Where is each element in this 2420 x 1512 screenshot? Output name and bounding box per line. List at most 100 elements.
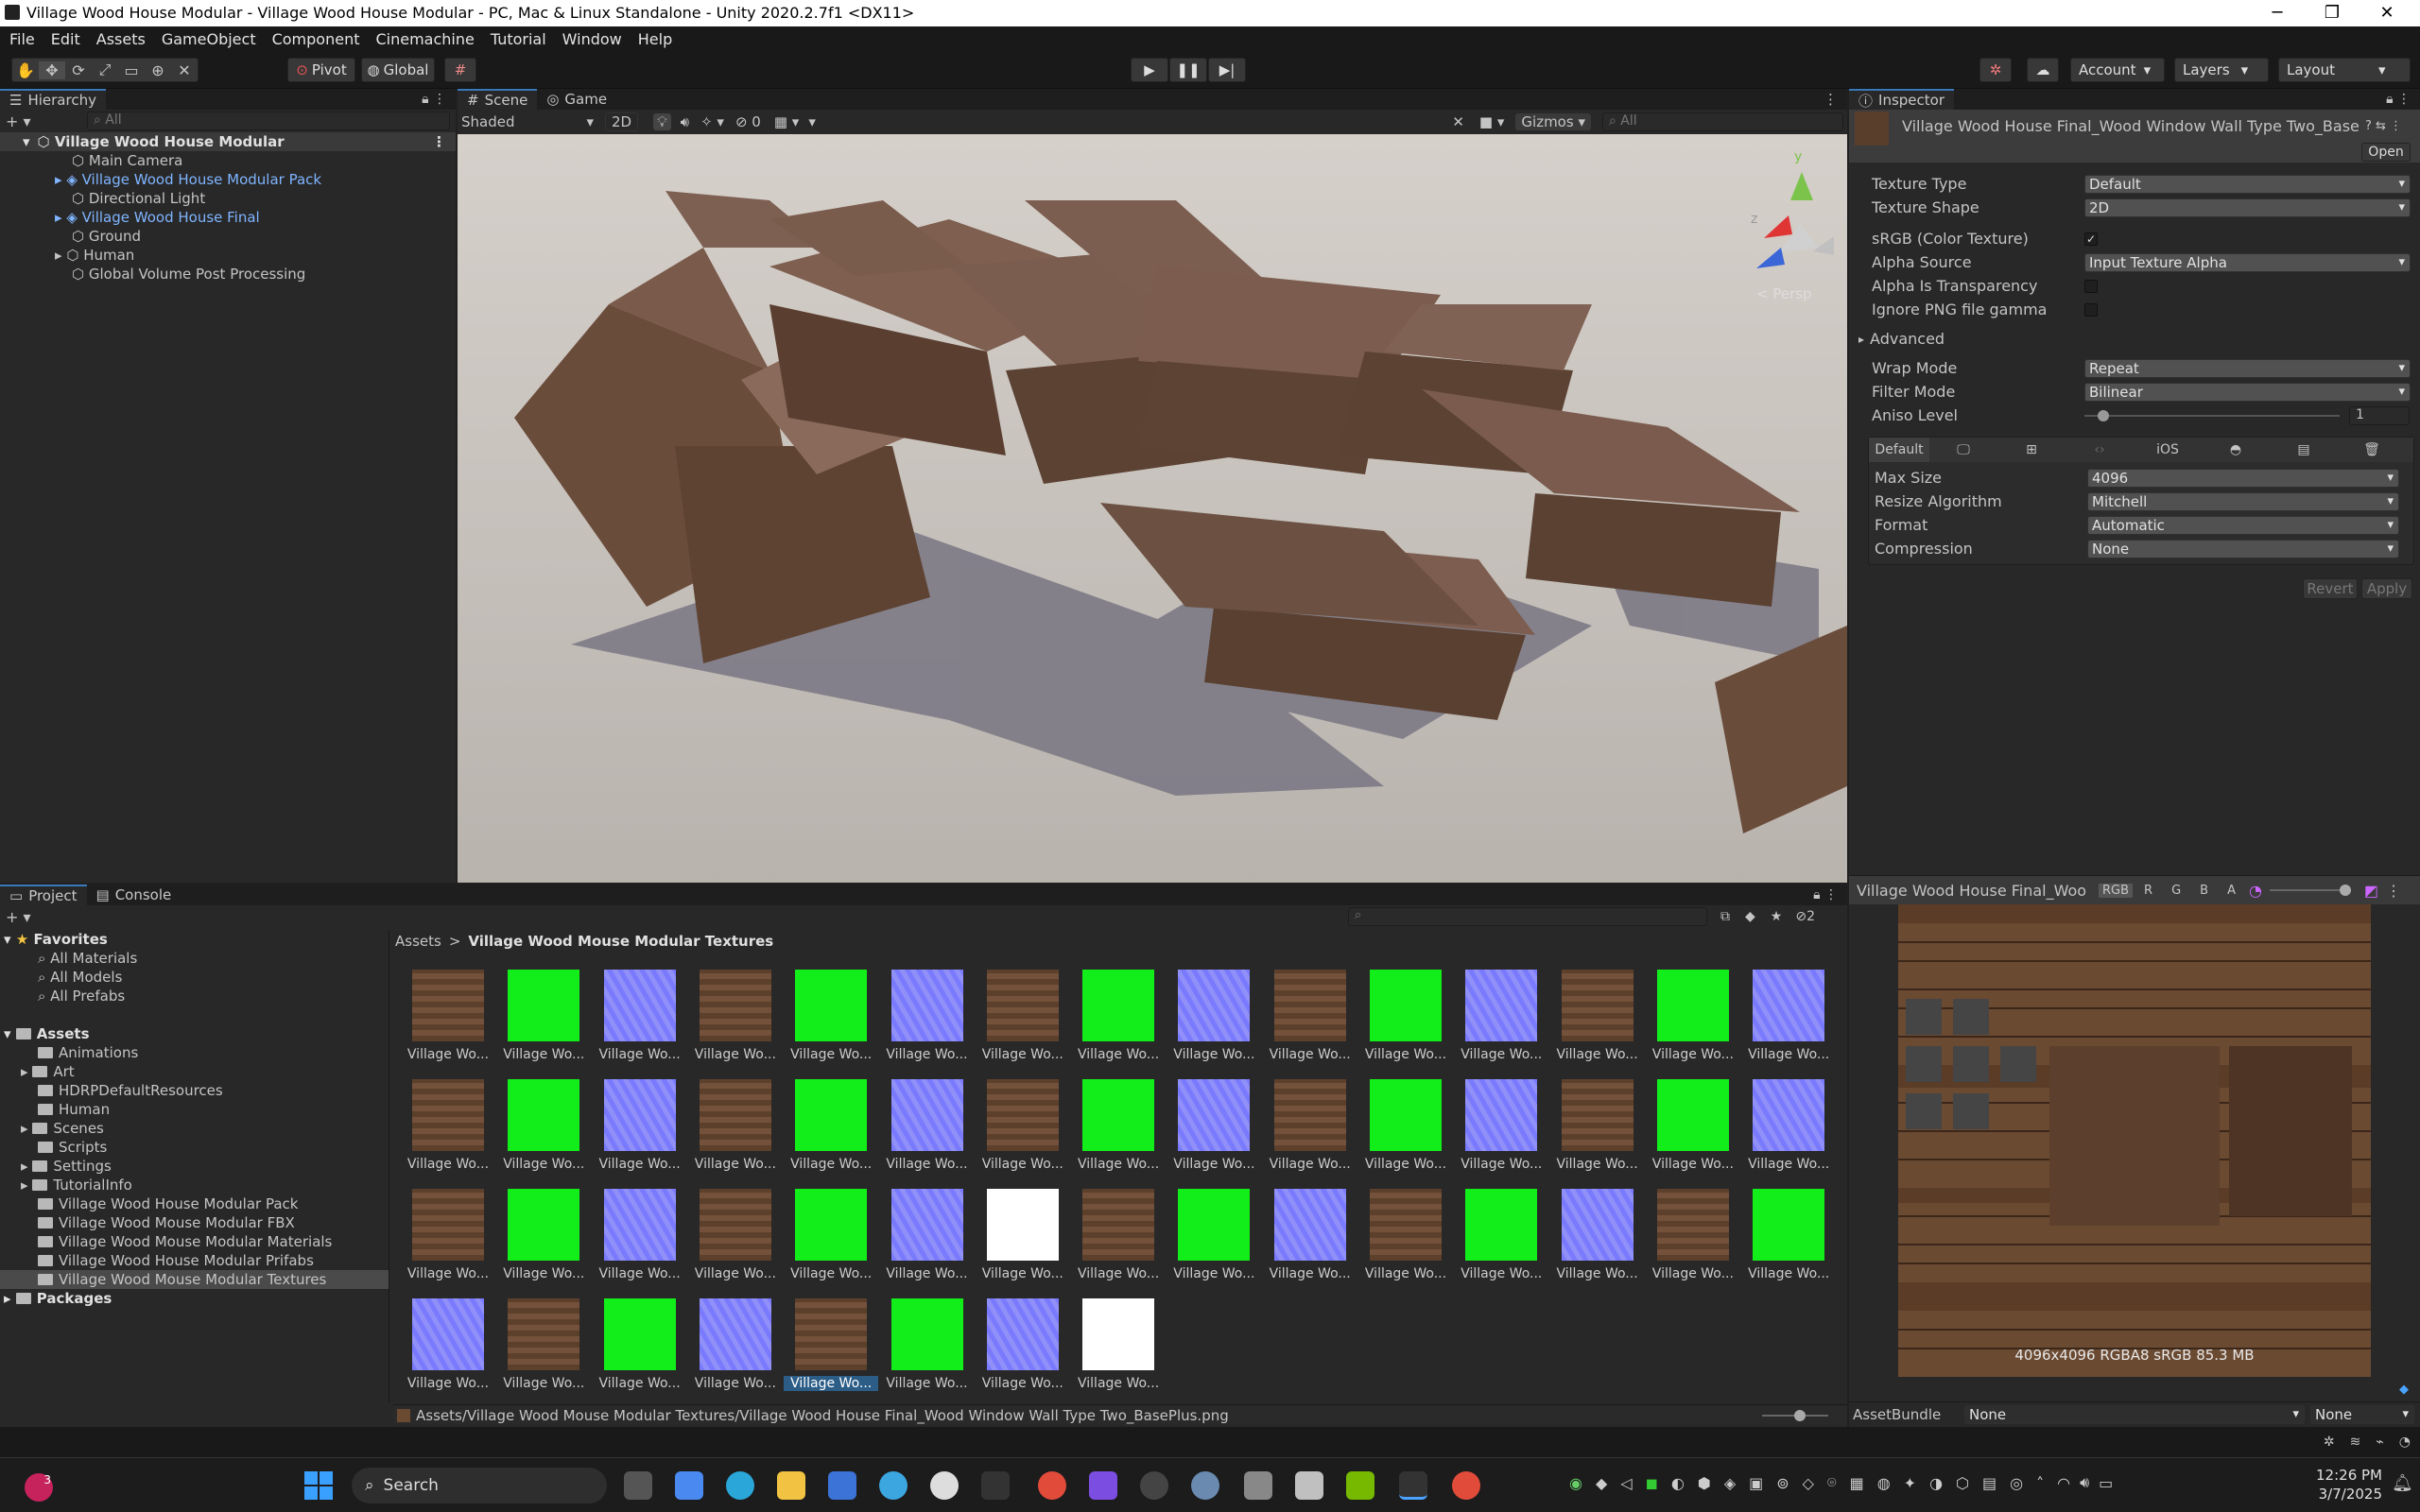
mip-slider[interactable]	[2269, 885, 2351, 896]
cloud-button[interactable]: ☁	[2027, 58, 2059, 82]
hierarchy-item[interactable]: ▸ ◈ Village Wood House Modular Pack	[42, 170, 456, 189]
hierarchy-item[interactable]: ⬡ Directional Light	[42, 189, 456, 208]
asset-thumbnail[interactable]: Village Wo...	[784, 1295, 879, 1400]
chevron-down-icon[interactable]: ▾	[808, 113, 816, 130]
app-icon[interactable]	[1295, 1471, 1323, 1500]
alpha-source-dropdown[interactable]: Input Texture Alpha	[2084, 252, 2411, 272]
layout-dropdown[interactable]: Layout ▾	[2278, 58, 2411, 82]
asset-thumbnail[interactable]: Village Wo...	[401, 1075, 495, 1181]
asset-thumbnail[interactable]: Village Wo...	[1263, 1075, 1357, 1181]
asset-thumbnail[interactable]: Village Wo...	[880, 1295, 975, 1400]
folder-item[interactable]: Scripts	[0, 1138, 389, 1157]
tab-hierarchy[interactable]: ☰ Hierarchy	[0, 89, 106, 110]
notification-bell-icon[interactable]: 🔔︎	[2392, 1473, 2413, 1493]
grid-snap-button[interactable]: #	[444, 58, 476, 82]
asset-thumbnail[interactable]: Village Wo...	[401, 1185, 495, 1291]
slider-handle[interactable]	[2098, 409, 2109, 421]
label-icon[interactable]: ◆	[2399, 1383, 2409, 1397]
windows-icon[interactable]: ⊞	[1997, 442, 2066, 457]
asset-thumbnail[interactable]: Village Wo...	[784, 966, 878, 1072]
close-button[interactable]: ✕	[2360, 0, 2414, 26]
grid-toggle-icon[interactable]: ▦ ▾	[774, 113, 799, 130]
tab-platform-default[interactable]: Default	[1869, 438, 1929, 462]
hierarchy-item[interactable]: ⬡ Ground	[42, 227, 456, 246]
hierarchy-item[interactable]: ▸ ◈ Village Wood House Final	[42, 208, 456, 227]
folder-item[interactable]: Village Wood Mouse Modular FBX	[0, 1213, 389, 1232]
asset-thumbnail[interactable]: Village Wo...	[1358, 1075, 1453, 1181]
chrome-icon[interactable]	[1038, 1471, 1066, 1500]
tray-app-icon[interactable]: ◐	[1671, 1474, 1685, 1492]
tab-inspector[interactable]: ⓘ Inspector	[1849, 89, 1954, 110]
webgl-icon[interactable]: ‹›	[2066, 442, 2134, 457]
asset-thumbnail[interactable]: Village Wo...	[593, 1185, 687, 1291]
asset-thumbnail[interactable]: Village Wo...	[401, 1295, 495, 1400]
thumbnail-size-slider[interactable]	[1762, 1409, 1828, 1421]
volume-icon[interactable]: 🔊︎	[2080, 1473, 2089, 1492]
app-icon[interactable]	[930, 1471, 959, 1500]
slider-handle[interactable]	[2339, 885, 2351, 896]
asset-thumbnail[interactable]: Village Wo...	[496, 966, 591, 1072]
rect-tool-icon[interactable]: ▭	[118, 61, 145, 79]
hierarchy-item[interactable]: ▸ ⬡ Human	[42, 246, 456, 265]
apply-button[interactable]: Apply	[2361, 578, 2412, 599]
persp-label[interactable]: < Persp	[1756, 285, 1812, 302]
transform-tool-icon[interactable]: ⊕	[145, 61, 171, 79]
file-explorer-icon[interactable]	[777, 1471, 805, 1500]
tools-icon[interactable]: ✕	[1452, 113, 1464, 130]
rotate-tool-icon[interactable]: ⟳	[65, 61, 92, 79]
pivot-button[interactable]: ⊙ Pivot	[287, 58, 355, 82]
notification-badge-icon[interactable]: 3	[25, 1473, 53, 1502]
lock-icon[interactable]: 🔒︎ ⋮	[422, 92, 446, 107]
tray-app-icon[interactable]: ◇	[1803, 1474, 1814, 1492]
menu-edit[interactable]: Edit	[51, 30, 80, 48]
menu-assets[interactable]: Assets	[96, 30, 146, 48]
app-icon[interactable]	[879, 1471, 908, 1500]
app-icon[interactable]	[1191, 1471, 1219, 1500]
menu-gameobject[interactable]: GameObject	[162, 30, 256, 48]
audio-toggle-icon[interactable]: 🔊︎	[681, 113, 689, 130]
move-tool-icon[interactable]: ✥	[39, 60, 65, 79]
tray-app-icon[interactable]: ◼	[1646, 1474, 1658, 1492]
asset-thumbnail[interactable]: Village Wo...	[1646, 1185, 1740, 1291]
aniso-value-field[interactable]: 1	[2349, 405, 2410, 425]
asset-thumbnail[interactable]: Village Wo...	[1071, 1295, 1166, 1400]
tab-platform-ios[interactable]: iOS	[2134, 442, 2202, 457]
asset-thumbnail[interactable]: Village Wo...	[1071, 1075, 1166, 1181]
open-button[interactable]: Open	[2361, 143, 2411, 162]
folder-item[interactable]: HDRPDefaultResources	[0, 1081, 389, 1100]
packages-item[interactable]: ▸ Packages	[0, 1289, 389, 1308]
revert-button[interactable]: Revert	[2303, 578, 2358, 599]
scene-search-input[interactable]: ⌕ All	[1602, 112, 1843, 131]
app-icon[interactable]	[1244, 1471, 1272, 1500]
tray-app-icon[interactable]: ⌾	[1827, 1473, 1837, 1492]
breadcrumb-assets[interactable]: Assets	[395, 933, 441, 950]
menu-cinemachine[interactable]: Cinemachine	[375, 30, 474, 48]
hand-tool-icon[interactable]: ✋	[12, 61, 39, 79]
network-icon[interactable]: ⌁	[2376, 1435, 2383, 1450]
asset-thumbnail[interactable]: Village Wo...	[593, 1075, 687, 1181]
asset-thumbnail[interactable]: Village Wo...	[1167, 1075, 1261, 1181]
folder-item[interactable]: Village Wood House Modular Pack	[0, 1194, 389, 1213]
custom-tool-icon[interactable]: ✕	[171, 61, 198, 79]
nvidia-icon[interactable]	[1346, 1471, 1374, 1500]
project-search-input[interactable]: ⌕	[1348, 907, 1707, 926]
folder-item-selected[interactable]: Village Wood Mouse Modular Textures	[0, 1270, 389, 1289]
favorite-star-icon[interactable]: ★	[1771, 909, 1783, 924]
chrome-icon[interactable]	[1452, 1471, 1480, 1500]
app-icon[interactable]	[1140, 1471, 1168, 1500]
asset-thumbnail[interactable]: Village Wo...	[1071, 966, 1166, 1072]
tray-app-icon[interactable]: ▤	[1982, 1474, 1996, 1492]
asset-thumbnail[interactable]: Village Wo...	[593, 1295, 687, 1400]
tab-console[interactable]: ▤ Console	[87, 885, 182, 905]
store-icon[interactable]	[828, 1471, 856, 1500]
debug-icon[interactable]: ✲	[2324, 1435, 2335, 1450]
app-icon[interactable]	[981, 1471, 1010, 1500]
asset-thumbnail[interactable]: Village Wo...	[1550, 1075, 1645, 1181]
alpha-transparency-checkbox[interactable]	[2084, 279, 2098, 293]
tab-game[interactable]: ◎ Game	[537, 89, 616, 110]
max-size-dropdown[interactable]: 4096	[2087, 468, 2399, 488]
assetbundle-dropdown[interactable]: None	[1964, 1404, 2305, 1424]
collab-button[interactable]: ✲	[1979, 58, 2012, 82]
asset-thumbnail[interactable]: Village Wo...	[976, 1295, 1070, 1400]
asset-thumbnail[interactable]: Village Wo...	[688, 966, 783, 1072]
